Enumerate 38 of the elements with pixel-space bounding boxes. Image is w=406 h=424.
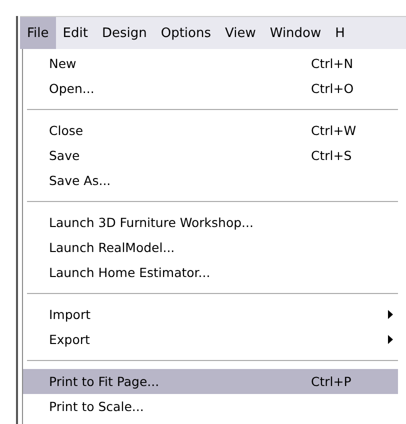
menu-item[interactable]: New Ctrl+N: [23, 51, 398, 76]
menu-item[interactable]: Save Ctrl+S: [23, 143, 398, 168]
shortcut-label: Ctrl+N: [311, 56, 354, 71]
menu-item[interactable]: Print to Fit Page... Ctrl+P: [23, 369, 398, 394]
menu-item-label: Export: [49, 332, 90, 347]
menu-bar-item[interactable]: View: [218, 17, 263, 49]
menu-item[interactable]: Export: [23, 327, 398, 352]
menu-item-label: Launch RealModel...: [49, 240, 175, 255]
submenu-arrow-icon: [388, 335, 393, 344]
menu-bar-item[interactable]: Edit: [56, 17, 95, 49]
menu-item-label: New: [49, 56, 76, 71]
menu-bar-item[interactable]: H: [328, 17, 352, 49]
menu-item[interactable]: Open... Ctrl+O: [23, 76, 398, 101]
shortcut-label: Ctrl+W: [311, 123, 356, 138]
menu-item-label: Launch 3D Furniture Workshop...: [49, 215, 254, 230]
menu-item[interactable]: Print to Scale...: [23, 394, 398, 419]
menu-bar-item[interactable]: Design: [94, 17, 154, 49]
menu-item-label: Open...: [49, 81, 94, 96]
submenu-arrow-icon: [388, 310, 393, 319]
menu-item[interactable]: Save As...: [23, 168, 398, 193]
menu-item[interactable]: Launch RealModel...: [23, 235, 398, 260]
menu-item-label: Launch Home Estimator...: [49, 265, 210, 280]
menu-item-label: Import: [49, 307, 90, 322]
shortcut-label: Ctrl+O: [311, 81, 354, 96]
menu-item[interactable]: Launch 3D Furniture Workshop...: [23, 210, 398, 235]
menu-item[interactable]: Import: [23, 302, 398, 327]
menu-item[interactable]: Launch Home Estimator...: [23, 260, 398, 285]
shortcut-label: Ctrl+P: [311, 374, 352, 389]
menu-bar-item[interactable]: Window: [262, 17, 328, 49]
menu-item-label: Save As...: [49, 173, 111, 188]
shortcut-label: Ctrl+S: [311, 148, 352, 163]
menu-item-label: Close: [49, 123, 84, 138]
menu-item-label: Save: [49, 148, 80, 163]
menu-bar-item[interactable]: Options: [154, 17, 218, 49]
menu-item[interactable]: Close Ctrl+W: [23, 118, 398, 143]
menu-item-label: Print to Fit Page...: [49, 374, 160, 389]
menu-item-label: Print to Scale...: [49, 399, 144, 414]
menu-bar-item[interactable]: File: [20, 17, 56, 49]
